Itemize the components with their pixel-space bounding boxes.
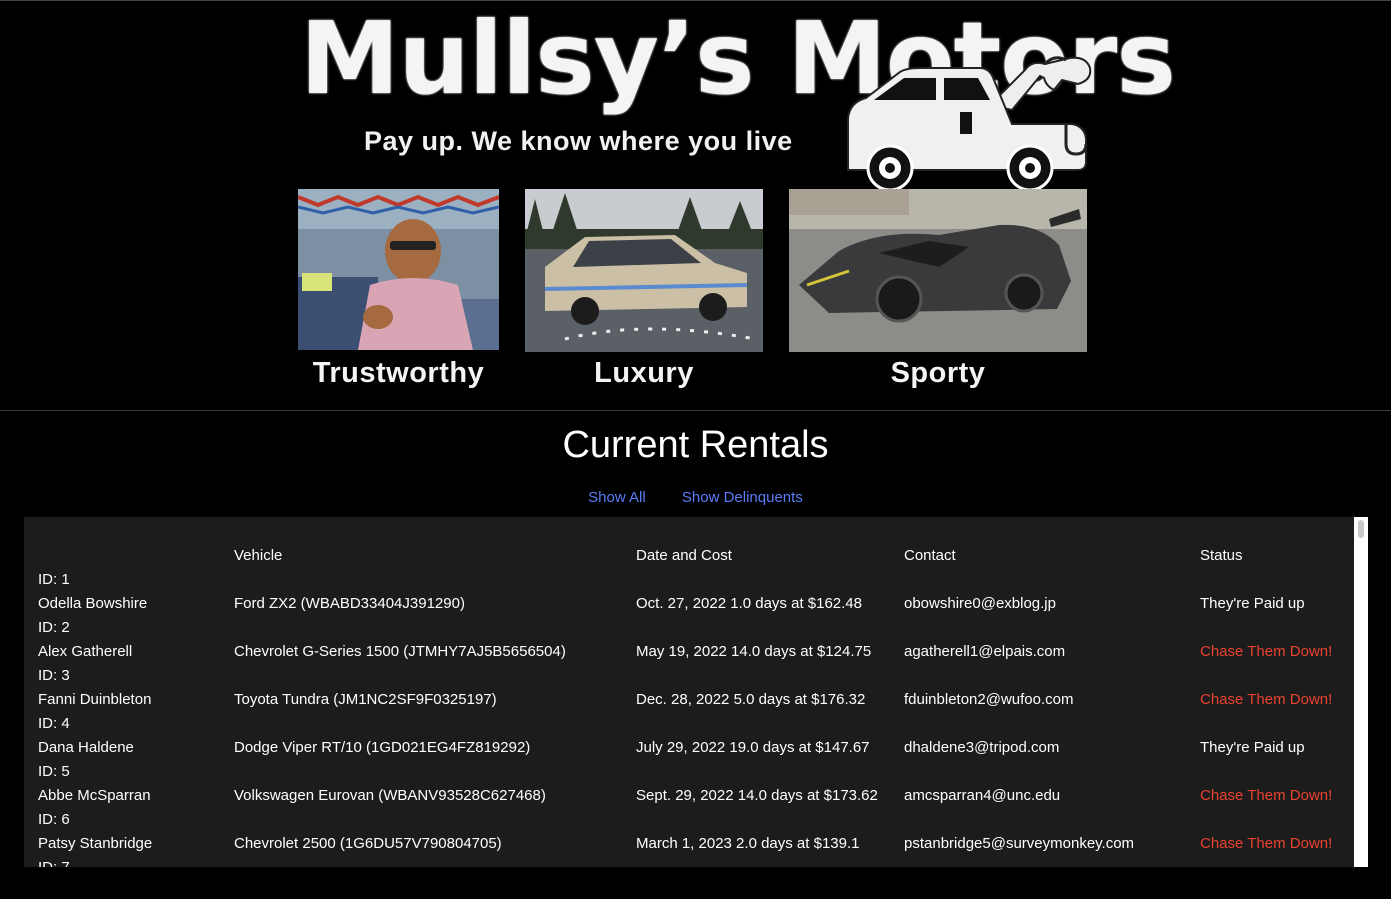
date-cost-cell: March 1, 2023 2.0 days at $139.1 <box>636 835 860 852</box>
rentals-heading: Current Rentals <box>562 424 829 466</box>
show-delinquents-link[interactable]: Show Delinquents <box>682 489 803 506</box>
promo-caption-luxury: Luxury <box>594 357 694 389</box>
promo-sporty: Sporty <box>789 189 1087 399</box>
contact-cell: agatherell1@elpais.com <box>904 643 1066 660</box>
date-cost-cell: Oct. 27, 2022 1.0 days at $162.48 <box>636 595 862 612</box>
rentals-table[interactable]: Vehicle Date and Cost Contact Status ID:… <box>24 517 1368 867</box>
vehicle-cell: Volkswagen Eurovan (WBANV93528C627468) <box>234 787 546 804</box>
column-header-status: Status <box>1200 547 1243 564</box>
contact-cell: pstanbridge5@surveymonkey.com <box>904 835 1135 852</box>
vehicle-cell: Ford ZX2 (WBABD33404J391290) <box>234 595 465 612</box>
status-cell: Chase Them Down! <box>1200 835 1333 852</box>
column-header-contact: Contact <box>904 547 956 564</box>
rental-id: ID: 5 <box>38 763 70 780</box>
rental-id: ID: 3 <box>38 667 70 684</box>
status-cell: Chase Them Down! <box>1200 787 1333 804</box>
tow-truck-icon <box>847 56 1092 190</box>
vehicle-cell: Chevrolet G-Series 1500 (JTMHY7AJ5B56565… <box>234 643 566 660</box>
date-cost-cell: July 29, 2022 19.0 days at $147.67 <box>636 739 870 756</box>
rental-id: ID: 1 <box>38 571 70 588</box>
promo-trustworthy: Trustworthy <box>298 189 499 399</box>
site-banner: Mullsy’s Motors Pay up. We know where yo… <box>0 0 1391 410</box>
promo-luxury: Luxury <box>525 189 763 399</box>
status-cell: Chase Them Down! <box>1200 691 1333 708</box>
contact-cell: obowshire0@exblog.jp <box>904 595 1056 612</box>
rental-filters: Show All Show Delinquents <box>0 489 1391 506</box>
vehicle-cell: Chevrolet 2500 (1G6DU57V790804705) <box>234 835 502 852</box>
date-cost-cell: Dec. 28, 2022 5.0 days at $176.32 <box>636 691 866 708</box>
contact-cell: fduinbleton2@wufoo.com <box>904 691 1074 708</box>
column-header-date-cost: Date and Cost <box>636 547 732 564</box>
show-all-link[interactable]: Show All <box>588 489 646 506</box>
status-cell: They're Paid up <box>1200 595 1305 612</box>
section-divider <box>0 410 1391 411</box>
promo-caption-sporty: Sporty <box>890 357 986 389</box>
promo-caption-trustworthy: Trustworthy <box>312 357 485 389</box>
vintage-sedan-photo <box>525 189 763 352</box>
scrollbar-thumb[interactable] <box>1358 520 1364 538</box>
column-header-vehicle: Vehicle <box>234 547 283 564</box>
table-scrollbar[interactable] <box>1354 517 1368 867</box>
contact-cell: amcsparran4@unc.edu <box>904 787 1061 804</box>
dealer-photo <box>298 189 499 350</box>
customer-name: Abbe McSparran <box>38 787 151 804</box>
crashed-supercar-photo <box>789 189 1087 352</box>
date-cost-cell: Sept. 29, 2022 14.0 days at $173.62 <box>636 787 878 804</box>
customer-name: Dana Haldene <box>38 739 134 756</box>
customer-name: Patsy Stanbridge <box>38 835 153 852</box>
vehicle-cell: Toyota Tundra (JM1NC2SF9F0325197) <box>234 691 497 708</box>
status-cell: Chase Them Down! <box>1200 643 1333 660</box>
rental-id: ID: 2 <box>38 619 70 636</box>
customer-name: Alex Gatherell <box>38 643 133 660</box>
contact-cell: dhaldene3@tripod.com <box>904 739 1060 756</box>
customer-name: Fanni Duinbleton <box>38 691 152 708</box>
status-cell: They're Paid up <box>1200 739 1305 756</box>
rental-id: ID: 6 <box>38 811 70 828</box>
customer-name: Odella Bowshire <box>38 595 148 612</box>
date-cost-cell: May 19, 2022 14.0 days at $124.75 <box>636 643 872 660</box>
brand-tagline: Pay up. We know where you live <box>364 126 793 156</box>
rental-id: ID: 4 <box>38 715 70 732</box>
vehicle-cell: Dodge Viper RT/10 (1GD021EG4FZ819292) <box>234 739 531 756</box>
rental-id: ID: 7 <box>38 859 70 867</box>
